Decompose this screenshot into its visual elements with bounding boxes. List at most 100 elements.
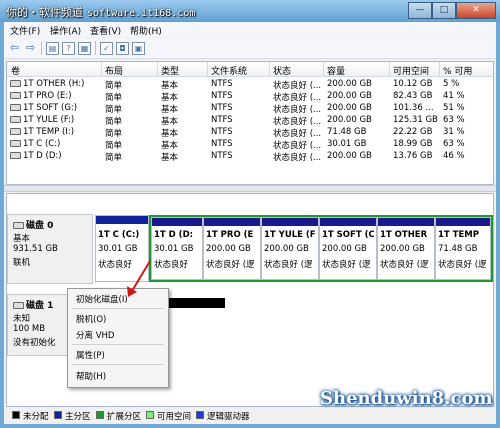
volume-name: 1T TEMP (I:)	[23, 127, 75, 137]
partition-size: 30.01 GB	[98, 244, 138, 254]
volume-name-cell: 1T PRO (E:)	[10, 91, 100, 101]
table-row[interactable]: 1T PRO (E:) 简单 基本 NTFS 状态良好 (... 200.00 …	[7, 90, 493, 103]
disk-settings-icon[interactable]: ◘	[116, 42, 129, 55]
volume-name-cell: 1T C (C:)	[10, 139, 100, 149]
context-help[interactable]: 帮助(H)	[76, 370, 106, 382]
filesystem-cell: NTFS	[211, 139, 233, 149]
column-divider[interactable]	[269, 62, 270, 76]
disk0-size: 931.51 GB	[13, 244, 58, 254]
capacity-cell: 200.00 GB	[327, 91, 372, 101]
legend-unallocated: 未分配	[23, 412, 49, 422]
filesystem-cell: NTFS	[211, 127, 233, 137]
context-offline[interactable]: 脱机(O)	[76, 313, 106, 325]
table-row[interactable]: 1T TEMP (I:) 简单 基本 NTFS 状态良好 (... 71.48 …	[7, 126, 493, 139]
column-divider[interactable]	[101, 62, 102, 76]
partition-status: 状态良好	[154, 260, 189, 270]
title-url: software.it168.com	[87, 8, 196, 19]
col-type[interactable]: 类型	[161, 64, 179, 77]
percent-cell: 63 %	[443, 115, 465, 125]
partition-c[interactable]: 1T C (C:) 30.01 GB 状态良好	[95, 215, 149, 282]
col-layout[interactable]: 布局	[105, 64, 123, 77]
col-volume[interactable]: 卷	[11, 64, 20, 77]
menu-view[interactable]: 查看(V)	[90, 24, 121, 37]
partition-size: 200.00 GB	[206, 244, 251, 254]
col-status[interactable]: 状态	[273, 64, 291, 77]
column-divider[interactable]	[439, 62, 440, 76]
free-cell: 101.36 ...	[393, 103, 434, 113]
partition-size: 200.00 GB	[264, 244, 309, 254]
partition-d[interactable]: 1T D (D: 30.01 GB 状态良好	[151, 217, 203, 280]
disk-icon	[13, 302, 24, 309]
partition-e[interactable]: 1T PRO (E 200.00 GB 状态良好 (逻	[203, 217, 261, 280]
disk0-type: 基本	[13, 234, 31, 244]
filesystem-cell: NTFS	[211, 103, 233, 113]
menu-action[interactable]: 操作(A)	[50, 24, 81, 37]
column-divider[interactable]	[207, 62, 208, 76]
properties-list-icon[interactable]: ▦	[78, 42, 91, 55]
volume-name: 1T C (C:)	[23, 139, 61, 149]
col-filesystem[interactable]: 文件系统	[211, 64, 247, 77]
free-cell: 10.12 GB	[393, 79, 433, 89]
menu-file[interactable]: 文件(F)	[10, 24, 40, 37]
window: 你的・软件频道 software.it168.com — □ ✕ 文件(F) 操作…	[0, 0, 500, 428]
partition-status: 状态良好 (逻	[206, 260, 255, 270]
column-divider[interactable]	[157, 62, 158, 76]
partition-f[interactable]: 1T YULE (F 200.00 GB 状态良好 (逻	[261, 217, 319, 280]
context-initialize-disk[interactable]: 初始化磁盘(I)	[76, 293, 128, 305]
context-properties[interactable]: 属性(P)	[76, 349, 105, 361]
col-free-space[interactable]: 可用空间	[393, 64, 429, 77]
drive-icon	[10, 128, 21, 135]
layout-cell: 简单	[105, 153, 123, 163]
volume-list-header: 卷 布局 类型 文件系统 状态 容量 可用空间 % 可用	[7, 62, 493, 77]
volume-name: 1T YULE (F:)	[23, 115, 75, 125]
column-divider[interactable]	[389, 62, 390, 76]
partition-name: 1T TEMP	[438, 230, 479, 240]
maximize-button[interactable]: □	[432, 2, 456, 19]
disk0-title: 磁盘 0	[13, 218, 53, 231]
partition-name: 1T OTHER	[380, 230, 428, 240]
forward-arrow-icon[interactable]: ⇨	[24, 41, 37, 54]
col-percent-free[interactable]: % 可用	[443, 64, 472, 77]
disk1-title: 磁盘 1	[13, 298, 53, 311]
status-cell: 状态良好 (...	[273, 153, 322, 163]
disk-properties-icon[interactable]: ▣	[132, 42, 145, 55]
title-bar[interactable]: 你的・软件频道 software.it168.com — □ ✕	[0, 0, 500, 22]
help-icon[interactable]: ?	[62, 42, 75, 55]
disk0-label[interactable]: 磁盘 0 基本 931.51 GB 联机	[7, 214, 93, 284]
filesystem-cell: NTFS	[211, 79, 233, 89]
back-arrow-icon[interactable]: ⇦	[8, 41, 21, 54]
partition-h[interactable]: 1T OTHER 200.00 GB 状态良好 (逻	[377, 217, 435, 280]
volume-name-cell: 1T D (D:)	[10, 151, 100, 161]
legend-primary: 主分区	[65, 412, 91, 422]
volume-list: 卷 布局 类型 文件系统 状态 容量 可用空间 % 可用 1T OTHER (H…	[6, 61, 494, 185]
partition-i[interactable]: 1T TEMP 71.48 GB 状态良好 (逻	[435, 217, 491, 280]
table-row[interactable]: 1T SOFT (G:) 简单 基本 NTFS 状态良好 (... 200.00…	[7, 102, 493, 115]
close-button[interactable]: ✕	[456, 2, 496, 19]
table-row[interactable]: 1T D (D:) 简单 基本 NTFS 状态良好 (... 200.00 GB…	[7, 150, 493, 163]
check-icon[interactable]: ✓	[100, 42, 113, 55]
drive-icon	[10, 104, 21, 111]
capacity-cell: 71.48 GB	[327, 127, 367, 137]
partition-bar	[152, 218, 202, 226]
col-capacity[interactable]: 容量	[327, 64, 345, 77]
toolbar: ⇦ ⇨ ▤ ? ▦ ✓ ◘ ▣	[4, 38, 496, 59]
partition-name: 1T SOFT (C	[322, 230, 374, 240]
pane-splitter[interactable]	[4, 185, 496, 192]
percent-cell: 46 %	[443, 151, 465, 161]
table-row[interactable]: 1T C (C:) 简单 基本 NTFS 状态良好 (... 30.01 GB …	[7, 138, 493, 151]
table-row[interactable]: 1T OTHER (H:) 简单 基本 NTFS 状态良好 (... 200.0…	[7, 78, 493, 91]
percent-cell: 63 %	[443, 139, 465, 149]
context-separator	[72, 364, 164, 365]
drive-icon	[10, 140, 21, 147]
partition-g[interactable]: 1T SOFT (C 200.00 GB 状态良好 (逻	[319, 217, 377, 280]
context-detach-vhd[interactable]: 分离 VHD	[76, 329, 114, 341]
filesystem-cell: NTFS	[211, 115, 233, 125]
partition-bar	[378, 218, 434, 226]
console-tree-icon[interactable]: ▤	[46, 42, 59, 55]
table-row[interactable]: 1T YULE (F:) 简单 基本 NTFS 状态良好 (... 200.00…	[7, 114, 493, 127]
partition-status: 状态良好 (逻	[380, 260, 429, 270]
minimize-button[interactable]: —	[408, 2, 432, 19]
column-divider[interactable]	[323, 62, 324, 76]
menu-help[interactable]: 帮助(H)	[130, 24, 162, 37]
partition-name: 1T C (C:)	[98, 230, 140, 240]
